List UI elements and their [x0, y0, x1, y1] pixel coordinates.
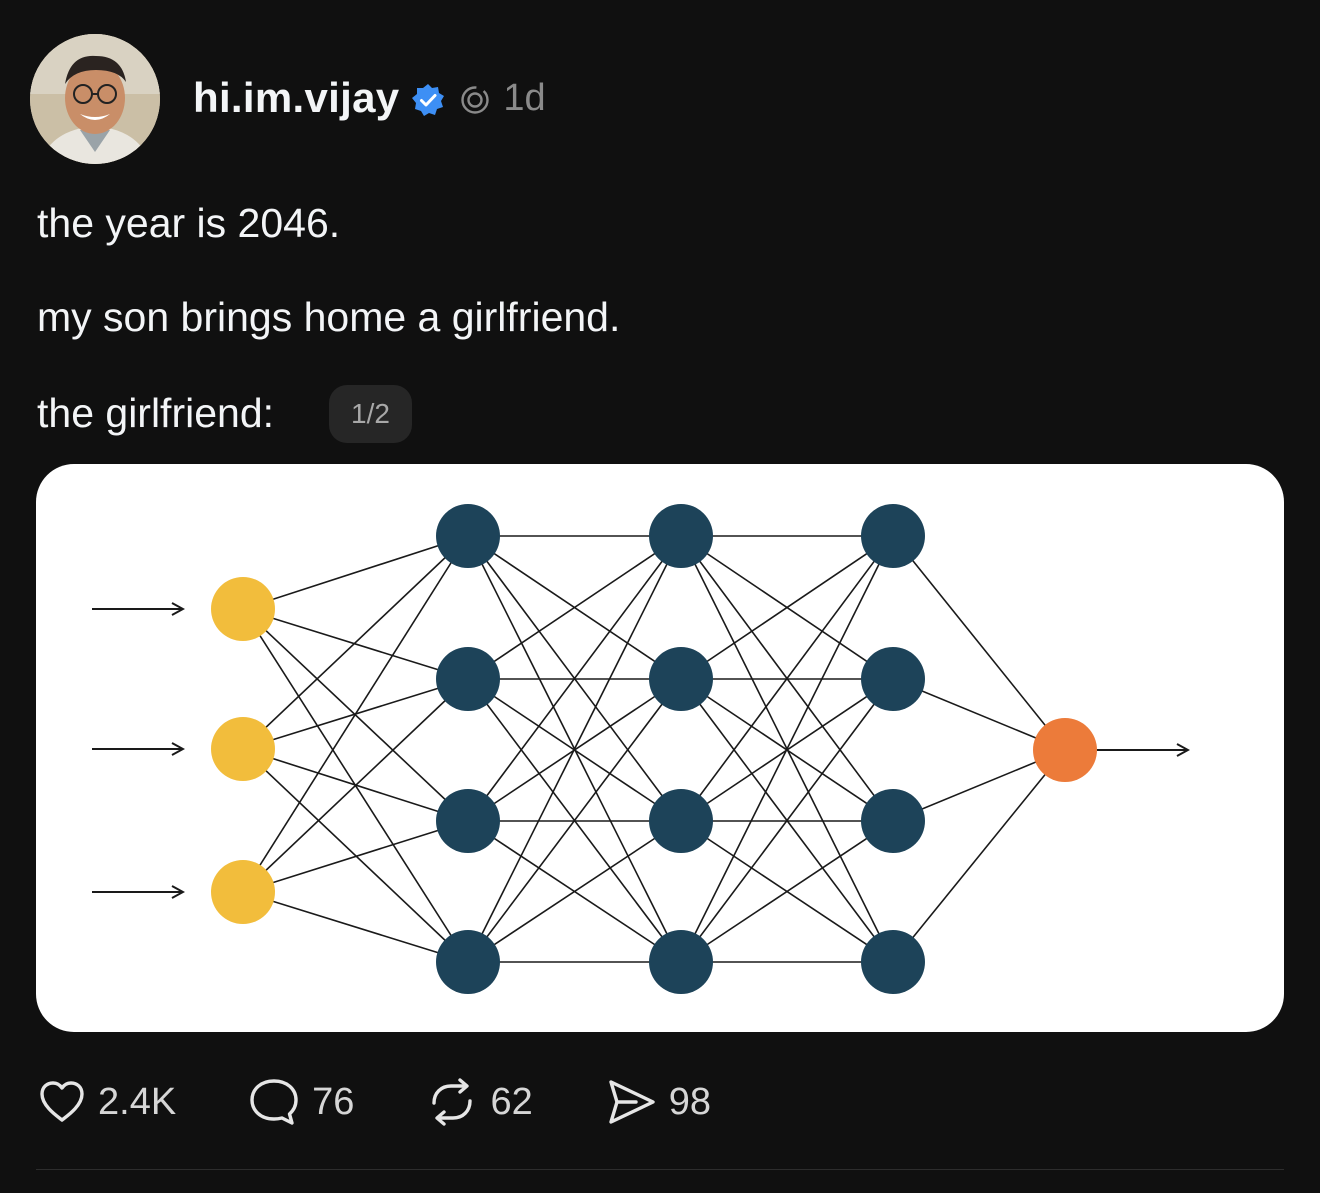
hidden-node [861, 647, 925, 711]
input-node [211, 577, 275, 641]
like-count: 2.4K [98, 1080, 177, 1123]
repost-button[interactable]: 62 [424, 1075, 533, 1129]
action-bar: 2.4K 76 62 98 [36, 1075, 711, 1129]
reply-count: 76 [312, 1080, 355, 1123]
hidden-node [436, 504, 500, 568]
post-text-line-3: the girlfriend: [37, 390, 275, 436]
connection-line [242, 535, 469, 610]
page-indicator-badge: 1/2 [329, 385, 412, 443]
share-count: 98 [668, 1080, 712, 1123]
post-header: hi.im.vijay 1d [193, 70, 546, 126]
output-node [1033, 718, 1097, 782]
username[interactable]: hi.im.vijay [193, 74, 399, 122]
input-node [211, 860, 275, 924]
hidden-node [436, 930, 500, 994]
post-text-line-1: the year is 2046. [37, 200, 341, 246]
hidden-node [436, 647, 500, 711]
avatar[interactable] [30, 34, 160, 164]
hidden-node [649, 504, 713, 568]
paper-plane-icon [609, 1080, 655, 1124]
repost-count: 62 [490, 1080, 533, 1123]
hidden-node [861, 789, 925, 853]
input-node [211, 717, 275, 781]
connection-line [242, 748, 469, 963]
speech-bubble-icon [250, 1079, 298, 1125]
post-image[interactable] [36, 464, 1284, 1032]
hidden-node [649, 647, 713, 711]
heart-icon [40, 1081, 84, 1122]
post-divider [36, 1169, 1284, 1170]
connection-line [242, 891, 469, 963]
post-text-line-2: my son brings home a girlfriend. [37, 294, 621, 340]
hidden-node [436, 789, 500, 853]
connection-line [242, 535, 469, 750]
neural-network-diagram [92, 504, 1284, 994]
like-button[interactable]: 2.4K [36, 1076, 176, 1128]
connection-line [242, 820, 469, 893]
hidden-node [649, 789, 713, 853]
hidden-node [861, 504, 925, 568]
hidden-node [649, 930, 713, 994]
connection-line [242, 608, 469, 680]
share-button[interactable]: 98 [603, 1075, 711, 1129]
avatar-photo [30, 34, 160, 164]
connection-line [892, 535, 1066, 751]
threads-logo-icon [459, 84, 491, 116]
post-timestamp: 1d [503, 76, 546, 119]
repost-icon [432, 1078, 473, 1126]
verified-badge-icon [411, 83, 445, 117]
connection-line [892, 749, 1066, 963]
reply-button[interactable]: 76 [246, 1075, 354, 1129]
hidden-node [861, 930, 925, 994]
connection-line [242, 535, 469, 893]
connection-line [242, 678, 469, 893]
